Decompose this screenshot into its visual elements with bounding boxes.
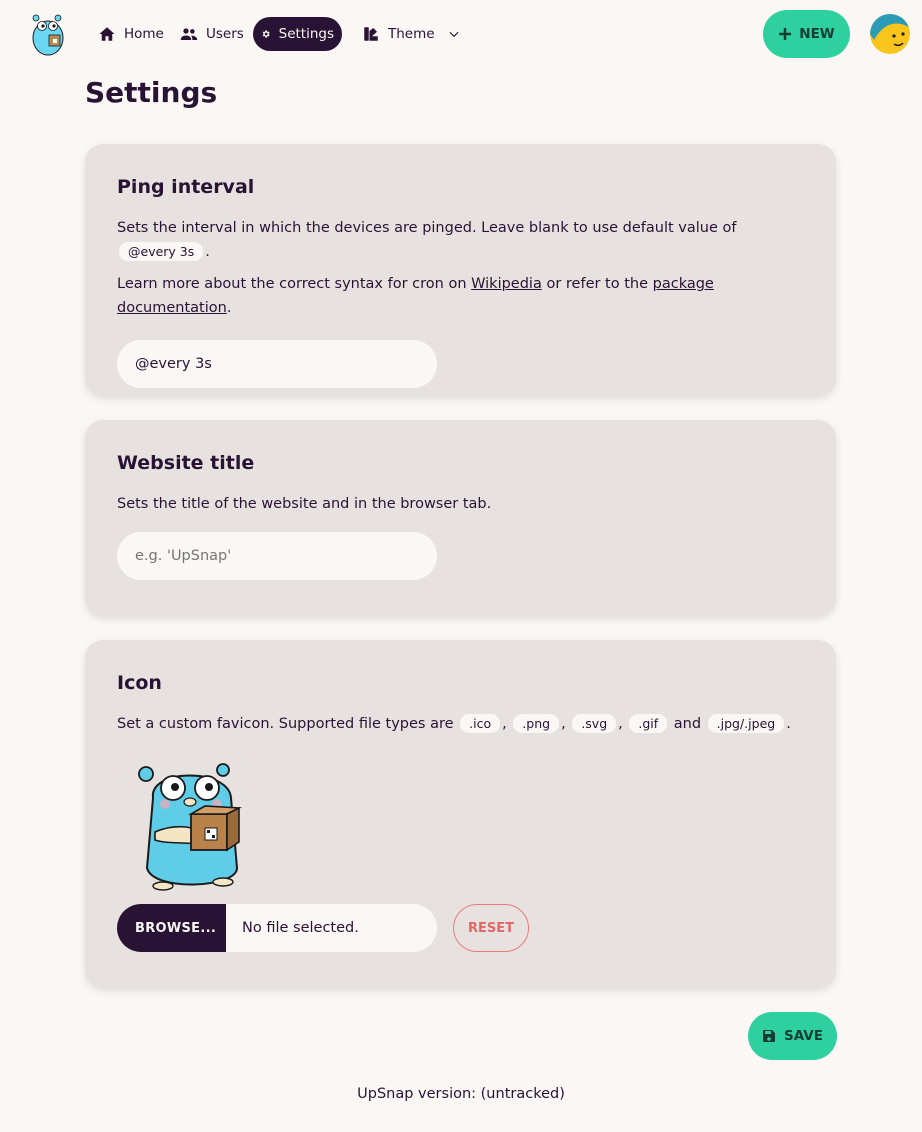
nav-theme-dropdown[interactable]: Theme <box>354 17 469 51</box>
website-title-card: Website title Sets the title of the webs… <box>85 420 836 616</box>
file-upload-row: BROWSE... No file selected. RESET <box>117 904 804 952</box>
ping-interval-description: Sets the interval in which the devices a… <box>117 216 804 264</box>
palette-icon <box>364 27 378 41</box>
nav-home-label: Home <box>124 26 164 42</box>
new-button-label: NEW <box>799 26 835 42</box>
file-status-text: No file selected. <box>242 920 359 936</box>
save-button-label: SAVE <box>784 1028 823 1044</box>
file-type-code: .ico <box>460 714 501 733</box>
ping-learn-more: Learn more about the correct syntax for … <box>117 272 804 320</box>
file-type-code: .jpg/.jpeg <box>707 714 785 733</box>
save-button[interactable]: SAVE <box>748 1012 837 1060</box>
nav-theme-label: Theme <box>388 26 435 42</box>
favicon-preview-image <box>133 758 245 892</box>
learn-more-text: Learn more about the correct syntax for … <box>117 276 467 292</box>
home-icon <box>99 27 115 41</box>
website-title-input[interactable] <box>117 532 437 580</box>
learn-more-middle: or refer to the <box>546 276 649 292</box>
users-icon <box>180 28 198 40</box>
icon-description: Set a custom favicon. Supported file typ… <box>117 714 791 733</box>
plus-icon <box>779 28 792 40</box>
icon-card: Icon Set a custom favicon. Supported fil… <box>85 640 836 988</box>
file-type-code: .png <box>513 714 560 733</box>
navbar: Home Users Settings Theme NEW <box>0 0 922 68</box>
website-title-description: Sets the title of the website and in the… <box>117 496 492 512</box>
nav-settings[interactable]: Settings <box>253 17 342 51</box>
default-value-code: @every 3s <box>119 242 204 261</box>
floppy-disk-icon <box>763 1030 776 1042</box>
file-type-code: .svg <box>572 714 617 733</box>
file-type-code: .gif <box>629 714 668 733</box>
learn-more-end: . <box>226 300 232 316</box>
ping-interval-input[interactable] <box>117 340 437 388</box>
nav-users-label: Users <box>206 26 244 42</box>
avatar[interactable] <box>870 14 910 54</box>
favicon-file-input[interactable]: BROWSE... No file selected. <box>117 904 437 952</box>
website-title-heading: Website title <box>117 452 255 474</box>
ping-desc-text: Sets the interval in which the devices a… <box>117 220 737 236</box>
version-footer: UpSnap version: (untracked) <box>357 1086 565 1102</box>
nav-users[interactable]: Users <box>172 17 252 51</box>
ping-interval-card: Ping interval Sets the interval in which… <box>85 144 836 396</box>
upsnap-logo[interactable] <box>28 12 68 56</box>
chevron-down-icon <box>449 31 459 38</box>
browse-button[interactable]: BROWSE... <box>117 904 226 952</box>
ping-desc-end: . <box>205 244 210 260</box>
ping-interval-title: Ping interval <box>117 176 255 198</box>
icon-desc-text: Set a custom favicon. Supported file typ… <box>117 716 454 732</box>
nav-settings-label: Settings <box>278 26 334 42</box>
reset-button[interactable]: RESET <box>453 904 529 952</box>
nav-home[interactable]: Home <box>90 17 172 51</box>
page-title: Settings <box>85 76 218 109</box>
icon-heading: Icon <box>117 672 162 694</box>
new-button[interactable]: NEW <box>763 10 850 58</box>
wikipedia-link[interactable]: Wikipedia <box>471 276 542 292</box>
gear-icon <box>262 30 270 38</box>
and-word: and <box>673 716 702 732</box>
